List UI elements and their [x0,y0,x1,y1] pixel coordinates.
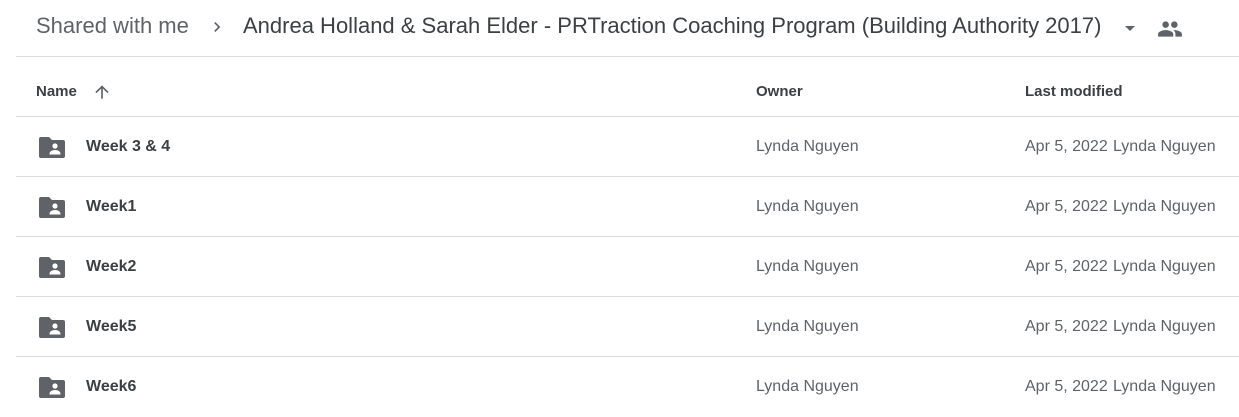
file-name: Week 3 & 4 [86,138,171,155]
shared-folder-icon [38,255,66,279]
file-modified-date: Apr 5, 2022 [1025,258,1108,275]
shared-folder-icon [38,195,66,219]
people-icon[interactable] [1157,16,1183,42]
file-modified-by: Lynda Nguyen [1113,318,1216,335]
table-row[interactable]: Week 3 & 4 Lynda Nguyen Apr 5, 2022 Lynda N… [16,117,1239,177]
chevron-right-icon [207,17,227,37]
shared-folder-icon [38,375,66,399]
file-modified-by: Lynda Nguyen [1113,258,1216,275]
breadcrumb-shared-with-me[interactable]: Shared with me [36,13,189,39]
file-modified-by: Lynda Nguyen [1113,138,1216,155]
table-row[interactable]: Week6 Lynda Nguyen Apr 5, 2022 Lynda Nguyen [16,357,1239,417]
arrow-upward-icon[interactable] [92,82,112,102]
table-row[interactable]: Week2 Lynda Nguyen Apr 5, 2022 Lynda Nguyen [16,237,1239,297]
column-header-last-modified[interactable]: Last modified [1025,83,1123,100]
file-modified-date: Apr 5, 2022 [1025,378,1108,395]
file-name: Week6 [86,378,137,395]
file-modified-by: Lynda Nguyen [1113,378,1216,395]
file-owner: Lynda Nguyen [756,378,859,395]
file-modified-by: Lynda Nguyen [1113,198,1216,215]
file-name: Week1 [86,198,137,215]
table-row[interactable]: Week5 Lynda Nguyen Apr 5, 2022 Lynda Nguyen [16,297,1239,357]
column-header-owner[interactable]: Owner [756,83,803,100]
file-modified-date: Apr 5, 2022 [1025,138,1108,155]
shared-folder-icon [38,135,66,159]
file-owner: Lynda Nguyen [756,198,859,215]
file-name: Week5 [86,318,137,335]
file-modified-date: Apr 5, 2022 [1025,318,1108,335]
table-row[interactable]: Week1 Lynda Nguyen Apr 5, 2022 Lynda Nguyen [16,177,1239,237]
file-name: Week2 [86,258,137,275]
breadcrumb: Shared with me Andrea Holland & Sarah El… [0,0,1239,56]
file-owner: Lynda Nguyen [756,318,859,335]
column-header-name[interactable]: Name [36,83,77,100]
table-header: Name Owner Last modified [16,57,1239,117]
file-owner: Lynda Nguyen [756,138,859,155]
file-modified-date: Apr 5, 2022 [1025,198,1108,215]
file-owner: Lynda Nguyen [756,258,859,275]
arrow-drop-down-icon[interactable] [1118,16,1142,40]
breadcrumb-current-folder[interactable]: Andrea Holland & Sarah Elder - PRTractio… [243,13,1101,39]
shared-folder-icon [38,315,66,339]
